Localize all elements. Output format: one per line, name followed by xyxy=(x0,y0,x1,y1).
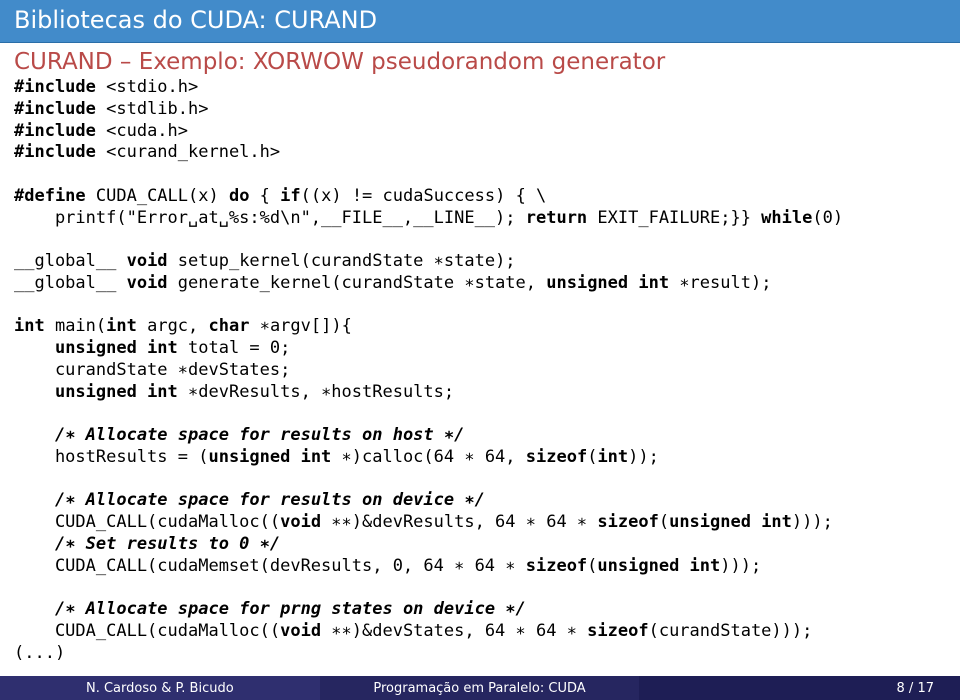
code-token: unsigned int xyxy=(597,556,720,576)
code-block: #include <stdio.h> #include <stdlib.h> #… xyxy=(14,77,946,664)
code-token: sizeof xyxy=(587,621,648,641)
code-token xyxy=(14,599,55,619)
code-token: ∗argv[]){ xyxy=(249,316,351,336)
code-token: (curandState))); xyxy=(649,621,813,641)
slide-footer: N. Cardoso & P. Bicudo Programação em Pa… xyxy=(0,676,960,700)
slide-title: Bibliotecas do CUDA: CURAND xyxy=(0,0,960,43)
code-token: do xyxy=(229,186,249,206)
code-token: ))); xyxy=(792,512,833,532)
code-token: unsigned int xyxy=(669,512,792,532)
code-token: __global__ xyxy=(14,251,127,271)
code-token: { xyxy=(249,186,280,206)
code-comment: /∗ Allocate space for results on device … xyxy=(55,490,485,510)
code-token: ∗∗)&devResults, 64 ∗ 64 ∗ xyxy=(321,512,597,532)
footer-page: 8 / 17 xyxy=(639,676,960,700)
code-token: ( xyxy=(659,512,669,532)
code-token: EXIT_FAILURE;}} xyxy=(587,208,761,228)
code-token: #include xyxy=(14,99,96,119)
code-token: sizeof xyxy=(597,512,658,532)
code-token: ∗devResults, ∗hostResults; xyxy=(178,382,454,402)
footer-title: Programação em Paralelo: CUDA xyxy=(320,676,640,700)
code-token: void xyxy=(280,621,321,641)
code-token: int xyxy=(106,316,137,336)
code-token: void xyxy=(127,273,168,293)
code-token: ))); xyxy=(720,556,761,576)
code-token: ∗result); xyxy=(669,273,771,293)
code-token: printf("Error␣at␣%s:%d\n",__FILE__,__LIN… xyxy=(14,208,526,228)
code-token: curandState ∗devStates; xyxy=(14,360,290,380)
code-token: ∗)calloc(64 ∗ 64, xyxy=(331,447,525,467)
code-comment: /∗ Allocate space for results on host ∗/ xyxy=(55,425,464,445)
code-token: __global__ xyxy=(14,273,127,293)
code-token: if xyxy=(280,186,300,206)
code-token: <stdlib.h> xyxy=(96,99,209,119)
code-token: (0) xyxy=(812,208,843,228)
code-token: CUDA_CALL(cudaMemset(devResults, 0, 64 ∗… xyxy=(14,556,526,576)
code-token xyxy=(14,338,55,358)
code-token: unsigned int xyxy=(55,382,178,402)
code-token: CUDA_CALL(x) xyxy=(86,186,229,206)
code-token: ( xyxy=(587,556,597,576)
code-token: return xyxy=(526,208,587,228)
code-token: <cuda.h> xyxy=(96,121,188,141)
code-token: ((x) != cudaSuccess) { \ xyxy=(301,186,547,206)
code-token xyxy=(14,534,55,554)
code-token: hostResults = ( xyxy=(14,447,208,467)
code-token: #define xyxy=(14,186,86,206)
code-token: total = 0; xyxy=(178,338,291,358)
code-token: int xyxy=(597,447,628,467)
code-token: char xyxy=(209,316,250,336)
code-token: <curand_kernel.h> xyxy=(96,142,280,162)
code-token xyxy=(14,490,55,510)
code-token: setup_kernel(curandState ∗state); xyxy=(168,251,516,271)
code-token: unsigned int xyxy=(208,447,331,467)
code-token: ( xyxy=(587,447,597,467)
code-token: int xyxy=(14,316,45,336)
code-token: unsigned int xyxy=(55,338,178,358)
code-token: while xyxy=(761,208,812,228)
code-token: (...) xyxy=(14,643,65,663)
code-token: unsigned int xyxy=(546,273,669,293)
code-token: #include xyxy=(14,121,96,141)
slide-content: CURAND – Exemplo: XORWOW pseudorandom ge… xyxy=(0,43,960,664)
code-token: ∗∗)&devStates, 64 ∗ 64 ∗ xyxy=(321,621,587,641)
code-token: <stdio.h> xyxy=(96,77,198,97)
code-token: CUDA_CALL(cudaMalloc(( xyxy=(14,621,280,641)
section-subtitle: CURAND – Exemplo: XORWOW pseudorandom ge… xyxy=(14,49,946,75)
code-token: void xyxy=(127,251,168,271)
code-token: generate_kernel(curandState ∗state, xyxy=(168,273,547,293)
code-token: main( xyxy=(45,316,106,336)
code-token: #include xyxy=(14,77,96,97)
code-token: argc, xyxy=(137,316,209,336)
code-token xyxy=(14,382,55,402)
code-token: #include xyxy=(14,142,96,162)
code-token: void xyxy=(280,512,321,532)
code-token: sizeof xyxy=(526,447,587,467)
code-comment: /∗ Set results to 0 ∗/ xyxy=(55,534,280,554)
footer-author: N. Cardoso & P. Bicudo xyxy=(0,676,320,700)
code-token: CUDA_CALL(cudaMalloc(( xyxy=(14,512,280,532)
code-comment: /∗ Allocate space for prng states on dev… xyxy=(55,599,526,619)
code-token: )); xyxy=(628,447,659,467)
code-token xyxy=(14,425,55,445)
code-token: sizeof xyxy=(526,556,587,576)
